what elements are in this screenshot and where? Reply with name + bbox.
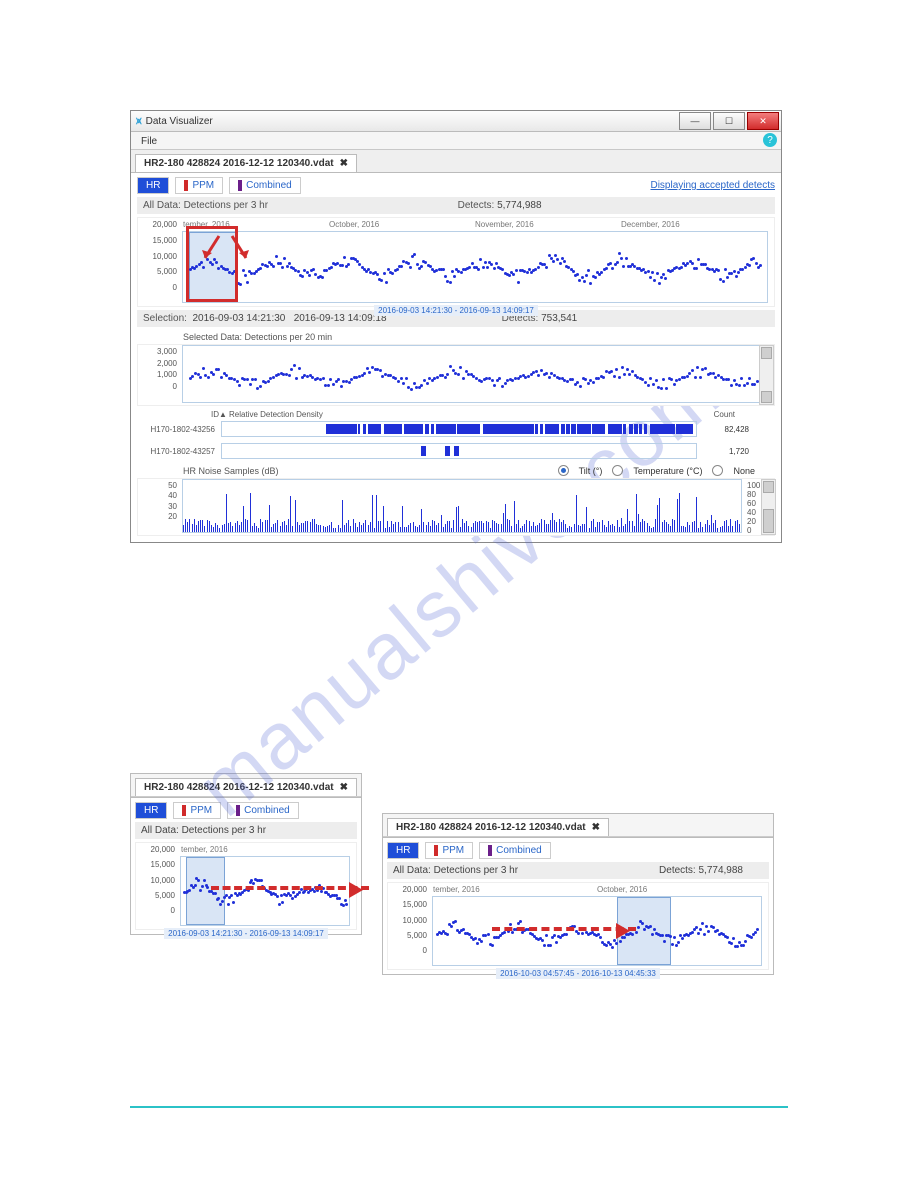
tab-hr[interactable]: HR [135, 802, 167, 819]
noise-plot[interactable] [182, 479, 742, 533]
close-tab-icon[interactable]: ✖ [592, 822, 600, 833]
tab-ppm[interactable]: PPM [173, 802, 221, 819]
month-labels: tember, 2016October, 2016November, 2016D… [183, 220, 767, 229]
close-tab-icon[interactable]: ✖ [340, 782, 348, 793]
selection-range-label: 2016-09-03 14:21:30 - 2016-09-13 14:09:1… [374, 305, 538, 316]
tab-ppm[interactable]: PPM [425, 842, 473, 859]
density-bar[interactable] [221, 421, 697, 437]
density-bar[interactable] [221, 443, 697, 459]
tab-combined[interactable]: Combined [227, 802, 299, 819]
file-tab[interactable]: HR2-180 428824 2016-12-12 120340.vdat✖ [387, 818, 609, 836]
noise-radios: Tilt (°) Temperature (°C) None [558, 465, 755, 476]
all-data-chart[interactable]: 20,00015,00010,0005,0000 tember, 2016Oct… [137, 217, 775, 307]
close-button[interactable]: ✕ [747, 112, 779, 130]
snippet-right: HR2-180 428824 2016-12-12 120340.vdat✖ H… [382, 813, 774, 975]
scrollbar-vertical[interactable] [761, 479, 776, 535]
drag-arrow-icon [211, 886, 369, 890]
radio-tilt[interactable] [558, 465, 569, 476]
maximize-button[interactable]: ☐ [713, 112, 745, 130]
detects-label: Detects: [458, 200, 495, 211]
close-tab-icon[interactable]: ✖ [340, 158, 348, 169]
all-data-plot[interactable]: tember, 2016October, 2016November, 2016D… [182, 231, 768, 303]
tab-ppm[interactable]: PPM [175, 177, 223, 194]
noise-y-left: 50403020 [138, 479, 180, 521]
menu-bar: File ? [131, 132, 781, 150]
selection-chart[interactable]: 3,0002,0001,0000 [137, 344, 775, 406]
y-axis-selection: 3,0002,0001,0000 [138, 345, 180, 391]
all-data-title: All Data: Detections per 3 hr [143, 200, 268, 211]
y-axis: 20,00015,00010,0005,0000 [138, 218, 180, 292]
file-tab-label: HR2-180 428824 2016-12-12 120340.vdat [144, 158, 334, 169]
density-id-header[interactable]: ID [161, 410, 219, 419]
drag-arrow-icon [492, 927, 636, 931]
file-tabstrip: HR2-180 428824 2016-12-12 120340.vdat ✖ [131, 150, 781, 172]
noise-chart[interactable]: 50403020 100806040200 [137, 478, 775, 536]
density-title: Relative Detection Density [229, 410, 323, 419]
title-bar: ⩙ Data Visualizer — ☐ ✕ [131, 111, 781, 132]
arrow-right-icon [230, 234, 250, 264]
minimize-button[interactable]: — [679, 112, 711, 130]
arrow-left-icon [201, 234, 221, 264]
noise-title: HR Noise Samples (dB) [183, 466, 279, 476]
tab-hr[interactable]: HR [387, 842, 419, 859]
radio-none[interactable] [712, 465, 723, 476]
selection-detects-value: 753,541 [541, 313, 577, 324]
help-icon[interactable]: ? [763, 133, 777, 147]
all-data-header: All Data: Detections per 3 hr Detects: 5… [137, 197, 775, 214]
accepted-detects-link[interactable]: Displaying accepted detects [650, 180, 775, 191]
density-count-header[interactable]: Count [714, 410, 735, 419]
file-tab[interactable]: HR2-180 428824 2016-12-12 120340.vdat ✖ [135, 154, 357, 172]
tab-combined[interactable]: Combined [479, 842, 551, 859]
menu-file[interactable]: File [135, 134, 163, 149]
file-tab[interactable]: HR2-180 428824 2016-12-12 120340.vdat✖ [135, 778, 357, 796]
window-title: Data Visualizer [146, 116, 213, 127]
density-row: H170-1802-43257 1,720 [137, 443, 775, 459]
mode-tabs: HR PPM Combined Displaying accepted dete… [137, 177, 775, 194]
density-row: H170-1802-43256 82,428 [137, 421, 775, 437]
tab-combined[interactable]: Combined [229, 177, 301, 194]
snippet-left: HR2-180 428824 2016-12-12 120340.vdat✖ H… [130, 773, 362, 935]
app-window: ⩙ Data Visualizer — ☐ ✕ File ? HR2-180 4… [130, 110, 782, 543]
app-logo-icon: ⩙ [136, 116, 142, 127]
detects-value: 5,774,988 [497, 200, 542, 211]
scrollbar-vertical[interactable] [759, 345, 774, 405]
footer-rule [130, 1106, 788, 1108]
tab-hr[interactable]: HR [137, 177, 169, 194]
selection-plot[interactable] [182, 345, 768, 403]
radio-temperature[interactable] [612, 465, 623, 476]
ppm-color-icon [184, 180, 188, 191]
combined-color-icon [238, 180, 242, 191]
selection-subtitle: Selected Data: Detections per 20 min [137, 330, 775, 344]
